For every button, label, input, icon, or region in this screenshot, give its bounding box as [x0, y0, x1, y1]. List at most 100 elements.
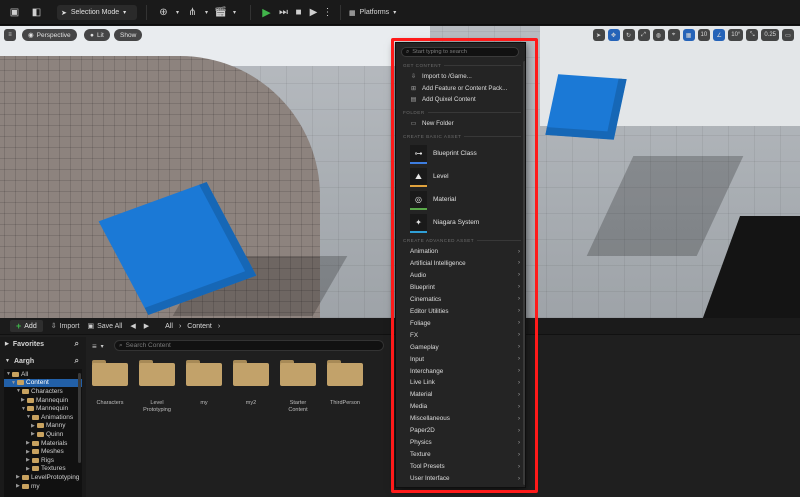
chevron-down-icon[interactable]: ▾	[200, 6, 213, 19]
menu-item-advanced-category[interactable]: User Interface ›	[410, 475, 520, 482]
menu-item-advanced-category[interactable]: Physics ›	[410, 439, 520, 446]
tree-item[interactable]: ▶ Mannequin	[4, 396, 82, 405]
tree-item[interactable]: ▶ LevelPrototyping	[4, 473, 82, 482]
more-options-icon[interactable]: ⋮	[321, 6, 334, 19]
platforms-dropdown[interactable]: ▦ Platforms ▾	[349, 5, 396, 20]
project-header[interactable]: ▼ Aargh ⌕	[0, 354, 86, 368]
surface-snap-icon[interactable]: ⌖	[667, 29, 680, 41]
tree-item[interactable]: ▼ Characters	[4, 387, 82, 396]
filter-button[interactable]: ≡ ▾	[92, 340, 104, 352]
menu-scrollbar[interactable]	[523, 61, 525, 485]
menu-item-advanced-category[interactable]: Material ›	[410, 391, 520, 398]
cinematics-icon[interactable]: 🎬︎	[214, 6, 227, 19]
menu-item-advanced-category[interactable]: Editor Utilities ›	[410, 308, 520, 315]
add-button[interactable]: + Add	[10, 320, 43, 332]
lit-button[interactable]: ● Lit	[84, 29, 110, 41]
breadcrumb-item-all[interactable]: All	[165, 323, 173, 330]
asset-tile[interactable]: Starter Content	[280, 360, 316, 414]
tree-item[interactable]: ▶ Materials	[4, 439, 82, 448]
menu-item-new-folder[interactable]: ▭ New Folder	[410, 120, 454, 127]
tree-item[interactable]: ▼ Content	[4, 378, 82, 388]
menu-item-advanced-category[interactable]: Audio ›	[410, 272, 520, 279]
tree-item[interactable]: ▶ Textures	[4, 465, 82, 474]
chevron-down-icon[interactable]: ▾	[171, 6, 184, 19]
search-icon[interactable]: ⌕	[75, 356, 79, 366]
menu-item-advanced-category[interactable]: Texture ›	[410, 451, 520, 458]
menu-item-advanced-category[interactable]: Blueprint ›	[410, 284, 520, 291]
menu-item-advanced-category[interactable]: Miscellaneous ›	[410, 415, 520, 422]
menu-item-basic-asset[interactable]: ✦ Niagara System	[410, 214, 479, 233]
menu-item-advanced-category[interactable]: Artificial Intelligence ›	[410, 260, 520, 267]
add-actor-icon[interactable]: ⊕	[157, 6, 170, 19]
world-local-icon[interactable]: ◍	[652, 29, 665, 41]
menu-item-advanced-category[interactable]: Tool Presets ›	[410, 463, 520, 470]
blue-cube-mesh[interactable]	[545, 74, 627, 140]
grid-snap-value[interactable]: 10	[697, 29, 711, 41]
tree-item[interactable]: ▼ Animations	[4, 413, 82, 422]
scale-tool-icon[interactable]: ⤢	[637, 29, 650, 41]
stop-icon[interactable]: ■	[292, 6, 305, 19]
favorites-header[interactable]: ▶ Favorites ⌕	[0, 337, 86, 351]
show-button[interactable]: Show	[114, 29, 143, 41]
chevron-right-icon[interactable]: ›	[218, 323, 220, 330]
save-icon[interactable]: ▣	[8, 6, 21, 19]
menu-item-label: Cinematics	[410, 295, 442, 303]
tree-item[interactable]: ▶ Manny	[4, 422, 82, 431]
menu-item-advanced-category[interactable]: Interchange ›	[410, 368, 520, 375]
history-forward-button[interactable]: ▶	[144, 322, 149, 330]
step-icon[interactable]: ⏭︎	[277, 6, 290, 19]
rotation-snap-icon[interactable]: ∠	[713, 29, 726, 41]
menu-item-basic-asset[interactable]: ◎ Material	[410, 191, 456, 210]
chevron-down-icon[interactable]: ▾	[228, 6, 241, 19]
rotation-snap-value[interactable]: 10°	[728, 29, 744, 41]
tree-item[interactable]: ▶ my	[4, 482, 82, 491]
rotate-tool-icon[interactable]: ↻	[622, 29, 635, 41]
menu-item-get-content[interactable]: ⊞ Add Feature or Content Pack...	[410, 85, 507, 92]
menu-item-advanced-category[interactable]: Foliage ›	[410, 320, 520, 327]
blueprints-icon[interactable]: ⋔	[186, 6, 199, 19]
menu-item-advanced-category[interactable]: Animation ›	[410, 248, 520, 255]
grid-snap-icon[interactable]: ▦	[682, 29, 695, 41]
asset-tile[interactable]: ThirdPerson	[327, 360, 363, 414]
menu-item-advanced-category[interactable]: Paper2D ›	[410, 427, 520, 434]
asset-tile[interactable]: Level Prototyping	[139, 360, 175, 414]
hamburger-menu-icon[interactable]: ≡	[4, 29, 16, 41]
perspective-button[interactable]: ◉ Perspective	[22, 29, 77, 41]
content-search-input[interactable]: ⌕ Search Content	[114, 340, 384, 351]
menu-item-advanced-category[interactable]: Live Link ›	[410, 379, 520, 386]
play-icon[interactable]: ▶	[260, 6, 273, 19]
menu-item-advanced-category[interactable]: Cinematics ›	[410, 296, 520, 303]
menu-item-get-content[interactable]: ▤ Add Quixel Content	[410, 96, 476, 103]
tree-scrollbar[interactable]	[78, 373, 81, 463]
breadcrumb-item-content[interactable]: Content	[187, 323, 212, 330]
menu-item-advanced-category[interactable]: Media ›	[410, 403, 520, 410]
save-all-button[interactable]: ▣ Save All	[87, 322, 122, 331]
tree-item[interactable]: ▶ Meshes	[4, 447, 82, 456]
play-options-icon[interactable]: ▶︎	[307, 6, 320, 19]
tree-item[interactable]: ▼ All	[4, 370, 82, 379]
scale-snap-value[interactable]: 0.25	[761, 29, 779, 41]
selection-mode-dropdown[interactable]: ➤ Selection Mode ▾	[57, 5, 137, 20]
tree-item[interactable]: ▶ Rigs	[4, 456, 82, 465]
asset-tile[interactable]: my	[186, 360, 222, 414]
menu-item-advanced-category[interactable]: FX ›	[410, 332, 520, 339]
asset-tile[interactable]: Characters	[92, 360, 128, 414]
source-control-icon[interactable]: ◧	[30, 6, 43, 19]
tree-item[interactable]: ▼ Mannequin	[4, 404, 82, 413]
menu-search-input[interactable]: ⌕ Start typing to search	[401, 47, 519, 57]
chevron-right-icon[interactable]: ›	[179, 323, 181, 330]
tree-item[interactable]: ▶ Quinn	[4, 430, 82, 439]
search-icon[interactable]: ⌕	[75, 339, 79, 349]
menu-item-advanced-category[interactable]: Gameplay ›	[410, 344, 520, 351]
select-tool-icon[interactable]: ➤	[592, 29, 605, 41]
menu-item-basic-asset[interactable]: ⊶ Blueprint Class	[410, 145, 477, 164]
menu-item-advanced-category[interactable]: Input ›	[410, 356, 520, 363]
menu-item-basic-asset[interactable]: ⛰︎ Level	[410, 168, 449, 187]
camera-speed-icon[interactable]: ▭	[782, 29, 794, 41]
menu-item-get-content[interactable]: ⇩ Import to /Game...	[410, 73, 472, 80]
import-button[interactable]: ⇩ Import	[51, 322, 80, 331]
history-back-button[interactable]: ◀	[130, 322, 135, 330]
asset-tile[interactable]: my2	[233, 360, 269, 414]
scale-snap-icon[interactable]: ⤡	[746, 29, 759, 41]
translate-tool-icon[interactable]: ✥	[607, 29, 620, 41]
